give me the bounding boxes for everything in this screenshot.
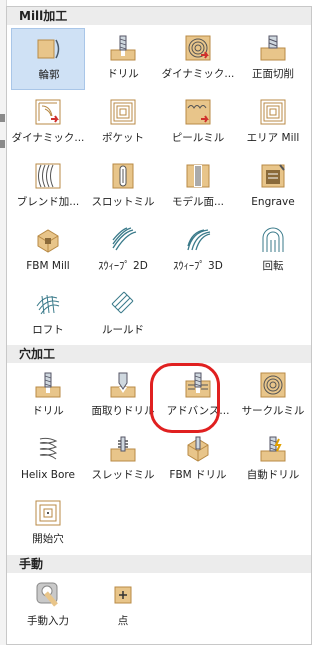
operation-label: サークルミル: [241, 405, 305, 417]
pocket-icon: [110, 99, 136, 125]
helix-bore-icon: [39, 437, 58, 460]
operation-label: ｽｳｨｰﾌﾟ 2D: [98, 260, 148, 272]
highlight-circle: [150, 363, 220, 433]
operation-label: 輪郭: [38, 69, 60, 81]
model-face-icon: [186, 164, 210, 188]
operation-label: 回転: [262, 260, 284, 272]
auto-drill-icon: [260, 436, 286, 462]
operation-manual-input-button[interactable]: 手動入力: [11, 575, 85, 637]
operation-label: ｽｳｨｰﾌﾟ 3D: [173, 260, 223, 272]
operation-helix-bore-button[interactable]: Helix Bore: [11, 429, 85, 491]
operation-peel-mill-button[interactable]: ピールミル: [161, 92, 235, 154]
edge-marker: [0, 114, 5, 122]
operation-fbm-drill-button[interactable]: FBM ドリル: [161, 429, 235, 491]
operation-label: ブレンド加...: [16, 196, 80, 208]
operation-label: 点: [117, 615, 129, 627]
operation-label: ドリル: [32, 405, 64, 417]
operation-start-hole-button[interactable]: 開始穴: [11, 493, 85, 555]
operation-label: 自動ドリル: [246, 469, 300, 481]
sweep-2d-icon: [112, 227, 137, 251]
operation-label: 面取りドリル: [91, 405, 155, 417]
sweep-3d-icon: [187, 229, 211, 251]
operation-chamfer-drill-button[interactable]: 面取りドリル: [86, 365, 160, 427]
operation-slot-mill-button[interactable]: スロットミル: [86, 156, 160, 218]
operation-label: ロフト: [32, 324, 64, 336]
operation-circle-mill-button[interactable]: サークルミル: [236, 365, 310, 427]
operation-label: ルールド: [102, 324, 144, 336]
engrave-icon: [261, 164, 285, 188]
operation-label: FBM Mill: [26, 260, 70, 272]
operation-face-mill-button[interactable]: 正面切削: [236, 28, 310, 90]
operation-model-face-button[interactable]: モデル面...: [161, 156, 235, 218]
circle-mill-icon: [260, 372, 286, 398]
blend-icon: [35, 163, 61, 189]
operation-label: エリア Mill: [246, 132, 300, 144]
operation-thread-mill-button[interactable]: スレッドミル: [86, 429, 160, 491]
face-mill-icon: [260, 35, 286, 61]
drill-icon: [35, 372, 61, 398]
point-icon: [114, 586, 132, 604]
dynamic-spiral-icon: [185, 35, 211, 61]
area-mill-icon: [260, 99, 286, 125]
fbm-mill-icon: [37, 229, 59, 253]
section-header-mill: Mill加工: [7, 7, 311, 25]
operation-contour-button[interactable]: 輪郭: [11, 28, 85, 90]
operation-area-mill-button[interactable]: エリア Mill: [236, 92, 310, 154]
drill-icon: [110, 35, 136, 61]
operation-loft-button[interactable]: ロフト: [11, 284, 85, 346]
operation-label: ダイナミック...: [11, 132, 85, 144]
operation-label: スロットミル: [91, 196, 155, 208]
operation-label: ポケット: [102, 132, 144, 144]
operation-sweep-2d-button[interactable]: ｽｳｨｰﾌﾟ 2D: [86, 220, 160, 282]
section-header-manual: 手動: [7, 555, 311, 573]
contour-icon: [37, 39, 60, 59]
loft-icon: [36, 294, 60, 315]
operation-rotary-button[interactable]: 回転: [236, 220, 310, 282]
operation-palette: Mill加工 輪郭 ドリル ダイナミック... 正面切削 ダイナミック... ポケット ピー…: [6, 6, 312, 645]
operation-label: 開始穴: [32, 533, 64, 545]
section-header-hole: 穴加工: [7, 345, 311, 363]
operation-label: Engrave: [251, 196, 295, 208]
operation-label: 手動入力: [27, 615, 69, 627]
operation-drill-button[interactable]: ドリル: [86, 28, 160, 90]
rotary-icon: [262, 227, 284, 252]
operation-label: スレッドミル: [91, 469, 155, 481]
operation-dynamic-spiral-button[interactable]: ダイナミック...: [161, 28, 235, 90]
peel-mill-icon: [185, 99, 211, 125]
operation-dynamic-contour-button[interactable]: ダイナミック...: [11, 92, 85, 154]
edge-marker: [0, 140, 5, 148]
start-hole-icon: [35, 500, 61, 526]
operation-blend-button[interactable]: ブレンド加...: [11, 156, 85, 218]
operation-label: Helix Bore: [21, 469, 75, 481]
operation-label: ダイナミック...: [161, 68, 235, 80]
operation-label: モデル面...: [171, 196, 224, 208]
dynamic-contour-icon: [35, 99, 61, 125]
operation-point-button[interactable]: 点: [86, 575, 160, 637]
operation-drill-button[interactable]: ドリル: [11, 365, 85, 427]
ruled-icon: [111, 291, 134, 314]
operation-ruled-button[interactable]: ルールド: [86, 284, 160, 346]
thread-mill-icon: [110, 436, 136, 462]
manual-input-icon: [36, 582, 58, 607]
operation-label: ドリル: [107, 68, 139, 80]
operation-sweep-3d-button[interactable]: ｽｳｨｰﾌﾟ 3D: [161, 220, 235, 282]
fbm-drill-icon: [187, 436, 209, 462]
operation-pocket-button[interactable]: ポケット: [86, 92, 160, 154]
operation-auto-drill-button[interactable]: 自動ドリル: [236, 429, 310, 491]
operation-label: 正面切削: [252, 68, 294, 80]
operation-label: ピールミル: [171, 132, 225, 144]
operation-label: FBM ドリル: [169, 469, 227, 481]
operation-engrave-button[interactable]: Engrave: [236, 156, 310, 218]
operation-fbm-mill-button[interactable]: FBM Mill: [11, 220, 85, 282]
slot-mill-icon: [112, 163, 134, 189]
chamfer-drill-icon: [110, 372, 136, 398]
